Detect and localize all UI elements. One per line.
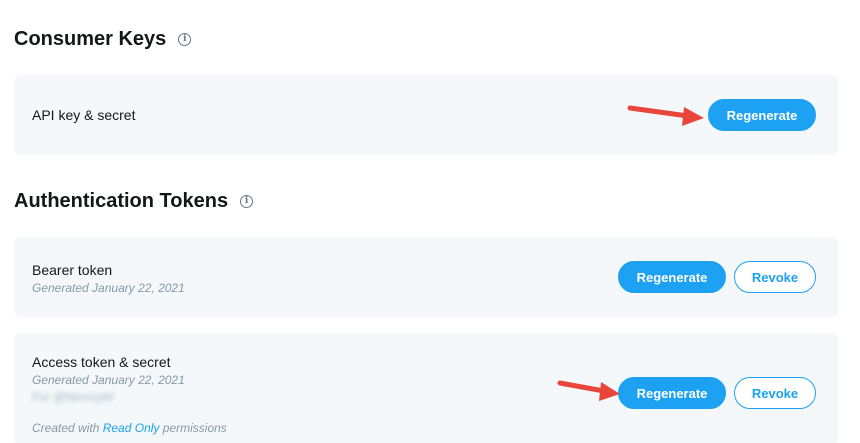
access-token-label: Access token & secret: [32, 354, 171, 370]
api-key-regenerate-button[interactable]: Regenerate: [708, 99, 816, 131]
access-revoke-button[interactable]: Revoke: [734, 377, 816, 409]
consumer-keys-title: Consumer Keys: [14, 28, 167, 50]
consumer-keys-heading: Consumer Keys i: [14, 28, 192, 51]
bearer-token-generated: Generated January 22, 2021: [32, 281, 185, 295]
auth-tokens-title: Authentication Tokens: [14, 190, 229, 212]
read-only-link[interactable]: Read Only: [103, 421, 160, 435]
access-token-card: Access token & secret Generated January …: [14, 333, 838, 443]
bearer-token-card: Bearer token Generated January 22, 2021 …: [14, 237, 838, 317]
bearer-token-label: Bearer token: [32, 262, 113, 278]
info-icon[interactable]: i: [240, 195, 254, 208]
access-token-permissions: Created with Read Only permissions: [32, 421, 227, 435]
bearer-regenerate-button[interactable]: Regenerate: [618, 261, 726, 293]
annotation-arrow-icon: [557, 380, 620, 401]
permissions-prefix: Created with: [32, 421, 100, 435]
annotation-arrow-icon: [627, 105, 704, 126]
access-regenerate-button[interactable]: Regenerate: [618, 377, 726, 409]
api-key-card: API key & secret Regenerate: [14, 75, 838, 155]
api-key-label: API key & secret: [32, 107, 136, 123]
auth-tokens-heading: Authentication Tokens i: [14, 190, 254, 213]
access-token-generated: Generated January 22, 2021: [32, 373, 185, 387]
bearer-revoke-button[interactable]: Revoke: [734, 261, 816, 293]
access-token-user: For @NimmyM: [32, 390, 113, 404]
info-icon[interactable]: i: [178, 33, 192, 46]
permissions-suffix: permissions: [162, 421, 227, 435]
